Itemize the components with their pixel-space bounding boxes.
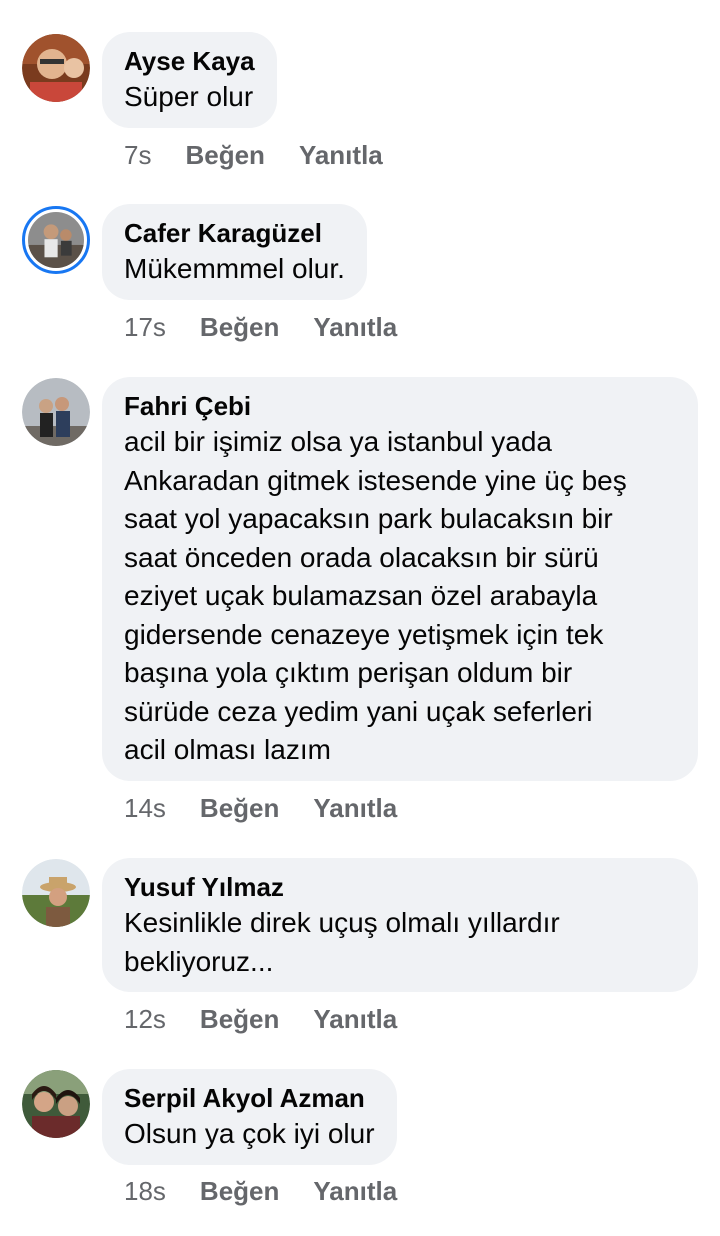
profile-photo-icon [22,378,90,446]
profile-photo-icon [28,212,84,268]
timestamp[interactable]: 18s [124,1176,166,1207]
profile-photo-icon [22,34,90,102]
comment-bubble: Serpil Akyol Azman Olsun ya çok iyi olur [102,1069,397,1165]
avatar[interactable] [22,859,90,927]
author-name[interactable]: Ayse Kaya [124,44,255,78]
comment-bubble: Ayse Kaya Süper olur [102,32,277,128]
timestamp[interactable]: 17s [124,312,166,343]
like-button[interactable]: Beğen [200,793,279,824]
profile-photo-icon [22,1070,90,1138]
comment-actions: 12s Beğen Yanıtla [124,1004,397,1035]
comment-actions: 17s Beğen Yanıtla [124,312,397,343]
comment-text: Mükemmmel olur. [124,253,345,284]
like-button[interactable]: Beğen [185,140,264,171]
author-name[interactable]: Serpil Akyol Azman [124,1081,375,1115]
reply-button[interactable]: Yanıtla [313,1004,397,1035]
comment-text: Olsun ya çok iyi olur [124,1118,375,1149]
like-button[interactable]: Beğen [200,312,279,343]
timestamp[interactable]: 14s [124,793,166,824]
comment-text: Süper olur [124,81,254,112]
avatar[interactable] [22,206,90,274]
avatar[interactable] [22,34,90,102]
comment-bubble: Cafer Karagüzel Mükemmmel olur. [102,204,367,300]
avatar[interactable] [22,378,90,446]
comment-text: acil bir işimiz olsa ya istanbul yada An… [124,426,627,765]
comment-bubble: Fahri Çebi acil bir işimiz olsa ya istan… [102,377,698,781]
timestamp[interactable]: 12s [124,1004,166,1035]
reply-button[interactable]: Yanıtla [313,793,397,824]
like-button[interactable]: Beğen [200,1004,279,1035]
reply-button[interactable]: Yanıtla [313,312,397,343]
like-button[interactable]: Beğen [200,1176,279,1207]
comment-actions: 7s Beğen Yanıtla [124,140,383,171]
comment-bubble: Yusuf Yılmaz Kesinlikle direk uçuş olmal… [102,858,698,992]
comment-actions: 18s Beğen Yanıtla [124,1176,397,1207]
comment-text: Kesinlikle direk uçuş olmalı yıllardır b… [124,907,560,977]
reply-button[interactable]: Yanıtla [299,140,383,171]
author-name[interactable]: Yusuf Yılmaz [124,870,676,904]
comment-actions: 14s Beğen Yanıtla [124,793,397,824]
reply-button[interactable]: Yanıtla [313,1176,397,1207]
timestamp[interactable]: 7s [124,140,151,171]
author-name[interactable]: Fahri Çebi [124,389,676,423]
avatar[interactable] [22,1070,90,1138]
author-name[interactable]: Cafer Karagüzel [124,216,345,250]
profile-photo-icon [22,859,90,927]
